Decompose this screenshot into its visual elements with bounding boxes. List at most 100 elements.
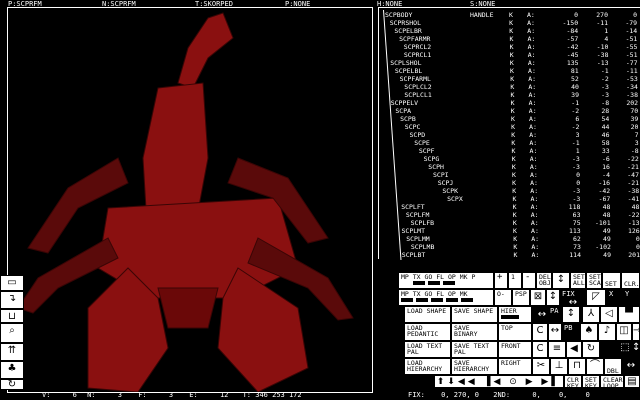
hierarchy-row[interactable]: SCPH K A: -3 16 -21 xyxy=(0,164,640,172)
angle-z: 3 xyxy=(634,139,639,147)
tray-icon[interactable]: ⊔ xyxy=(0,309,24,323)
hierarchy-row[interactable]: SCPFARMR K A: -57 4 -51 xyxy=(0,36,640,44)
hierarchy-row[interactable]: SCPRCL1 K A: -45 -38 -51 xyxy=(0,52,640,60)
figure-icon[interactable]: ♣ xyxy=(0,361,24,379)
set-button[interactable]: SET xyxy=(602,272,621,289)
stamp-icon[interactable]: ⊥ xyxy=(550,358,568,375)
hierarchy-row[interactable]: SCPJ K A: 0 -16 -21 xyxy=(0,180,640,188)
hierarchy-row[interactable]: SCPLBT K A: 114 49 201 xyxy=(0,252,640,260)
rewind-icon[interactable]: ◀ xyxy=(566,341,582,358)
minus-button[interactable]: - xyxy=(522,272,536,289)
eraser-icon[interactable]: ◸ xyxy=(586,289,606,306)
scissors-icon[interactable]: ✂ xyxy=(532,358,550,375)
c-icon-2[interactable]: C xyxy=(532,341,548,358)
save-binary-button[interactable]: SAVE BINARY xyxy=(451,323,498,341)
hierarchy-row[interactable]: SCPD K A: 3 46 7 xyxy=(0,132,640,140)
hierarchy-row[interactable]: SCPLCL2 K A: 40 -3 -34 xyxy=(0,84,640,92)
hierarchy-row[interactable]: SCPX K A: -3 -67 -41 xyxy=(0,196,640,204)
x-axis-toggle[interactable]: X xyxy=(609,291,613,298)
front-view-button[interactable]: FRONT xyxy=(498,341,532,358)
mode-toggles-1[interactable]: MP TX GO FL OP MK P xyxy=(398,272,494,289)
hierarchy-row[interactable]: SCPB K A: 6 54 39 xyxy=(0,116,640,124)
right-arrow-icon[interactable]: → xyxy=(632,323,640,341)
hierarchy-row[interactable]: SCPK K A: -3 -42 -38 xyxy=(0,188,640,196)
up-arrows-icon[interactable]: ⇈ xyxy=(0,343,24,361)
hierarchy-row[interactable]: SCPLSHOL K A: 135 -13 -77 xyxy=(0,60,640,68)
del-obj-button[interactable]: DEL OBJ xyxy=(536,272,552,289)
up-down-icon-3[interactable]: ↕ xyxy=(562,306,580,323)
save-shape-button[interactable]: SAVE SHAPE xyxy=(451,306,498,323)
figure-icon-2[interactable]: ♠ xyxy=(580,323,598,341)
hierarchy-row[interactable]: SCPC K A: -2 44 20 xyxy=(0,124,640,132)
left-right-icon-2[interactable]: ↔ xyxy=(622,360,640,374)
clr-button[interactable]: CLR. xyxy=(621,272,640,289)
hierarchy-row[interactable]: SCPBODY HANDLE K A: 0 270 0 xyxy=(0,12,640,20)
key-flag: K xyxy=(513,243,518,251)
hierarchy-row[interactable]: SCPLFT K A: 118 48 48 xyxy=(0,204,640,212)
hierarchy-row[interactable]: SCPF K A: 1 33 -8 xyxy=(0,148,640,156)
psp-button[interactable]: PSP xyxy=(512,289,530,306)
clear-loop-button[interactable]: CLEAR LOOP xyxy=(600,375,624,388)
arrow-down-icon[interactable]: ↴ xyxy=(0,291,24,309)
hierarchy-row[interactable]: SCPLFB K A: 75 -101 -13 xyxy=(0,220,640,228)
up-down-icon[interactable]: ↕ xyxy=(552,272,570,289)
left-right-icon-pa[interactable]: ↔ xyxy=(532,310,552,322)
up-down-icon-4[interactable]: ↕ xyxy=(632,341,640,358)
set-key-button[interactable]: SET KEY xyxy=(582,375,600,388)
rotate-icon-2[interactable]: ↻ xyxy=(582,341,600,358)
keyboard-icon[interactable]: ▤ xyxy=(624,375,640,388)
right-view-button[interactable]: RIGHT xyxy=(498,358,532,375)
window-icon[interactable]: ▭ xyxy=(0,275,24,291)
hierarchy-row[interactable]: SCPE K A: -1 58 3 xyxy=(0,140,640,148)
hierarchy-row[interactable]: SCPPELV K A: -1 -8 202 xyxy=(0,100,640,108)
rotate-icon[interactable]: ↻ xyxy=(0,379,24,390)
clr-key-button[interactable]: CLR KEY xyxy=(564,375,582,388)
list-icon[interactable]: ≡ xyxy=(548,341,566,358)
magnifier-icon[interactable]: ⌕ xyxy=(0,323,24,343)
lift-icon[interactable]: ⊓ xyxy=(568,358,586,375)
music-icon[interactable]: ♪ xyxy=(598,323,616,341)
save-hierarchy-button[interactable]: SAVE HIERARCHY xyxy=(451,358,498,375)
hierarchy-row[interactable]: SCPA K A: -2 28 70 xyxy=(0,108,640,116)
key-flag: K xyxy=(511,155,516,163)
hierarchy-row[interactable]: SCPELBL K A: 81 -1 -11 xyxy=(0,68,640,76)
hierarchy-row[interactable]: SCPFARML K A: 52 -2 -53 xyxy=(0,76,640,84)
up-down-icon-2[interactable]: ↕ xyxy=(546,289,560,306)
y-axis-toggle[interactable]: Y xyxy=(625,291,629,298)
plus-button[interactable]: + xyxy=(494,272,508,289)
window-icon-2[interactable]: ◫ xyxy=(616,323,632,341)
top-view-button[interactable]: TOP xyxy=(498,323,532,341)
dome-icon[interactable]: ⌒ xyxy=(586,358,604,375)
hierarchy-row[interactable]: SCPLMB K A: 73 -102 0 xyxy=(0,244,640,252)
x-box-icon[interactable]: ⊠ xyxy=(530,289,546,306)
hierarchy-row[interactable]: SCPLCL1 K A: 39 -3 -38 xyxy=(0,92,640,100)
speaker-icon[interactable]: ◁ xyxy=(600,306,618,323)
c-icon[interactable]: C xyxy=(532,323,548,341)
monitor-icon[interactable]: ▀ xyxy=(618,306,640,323)
set-all-button[interactable]: SET ALL xyxy=(570,272,586,289)
playback-controls[interactable]: ⬆⬇◀◀ ▐◀ ⊙ ▶ ▶▌ ▶▶ xyxy=(434,375,564,388)
left-right-icon-pb[interactable]: ↔ xyxy=(548,323,562,341)
hierarchy-row[interactable]: SCPG K A: -3 -6 -22 xyxy=(0,156,640,164)
yr-icon[interactable]: ⅄ xyxy=(582,306,600,323)
dbl-button[interactable]: DBL xyxy=(604,358,622,375)
save-text-pal-button[interactable]: SAVE TEXT PAL xyxy=(451,341,498,358)
hier-button[interactable]: HIER xyxy=(498,306,532,323)
hierarchy-row[interactable]: SCPLFM K A: 63 48 -22 xyxy=(0,212,640,220)
set-sca-button[interactable]: SET SCA xyxy=(586,272,602,289)
select-icon[interactable]: ⬚ xyxy=(618,341,632,358)
angle-z: -77 xyxy=(625,59,638,67)
black-swatch[interactable] xyxy=(600,341,616,358)
load-hierarchy-button[interactable]: LOAD HIERARCHY xyxy=(404,358,451,375)
hierarchy-row[interactable]: SCPI K A: 0 -4 -47 xyxy=(0,172,640,180)
hierarchy-row[interactable]: SCPRSHOL K A: -150 -11 -79 xyxy=(0,20,640,28)
hierarchy-row[interactable]: SCPLMT K A: 113 49 126 xyxy=(0,228,640,236)
hierarchy-row[interactable]: SCPRCL2 K A: -42 -10 -55 xyxy=(0,44,640,52)
hierarchy-row[interactable]: SCPELBR K A: -84 1 -14 xyxy=(0,28,640,36)
load-pedantic-button[interactable]: LOAD PEDANTIC xyxy=(404,323,451,341)
mode-toggles-2[interactable]: MP TX GO FL OP MK xyxy=(398,289,494,306)
key-icon[interactable]: O- xyxy=(494,289,512,306)
load-text-pal-button[interactable]: LOAD TEXT PAL xyxy=(404,341,451,358)
hierarchy-row[interactable]: SCPLMM K A: 62 49 0 xyxy=(0,236,640,244)
load-shape-button[interactable]: LOAD SHAPE xyxy=(404,306,451,323)
